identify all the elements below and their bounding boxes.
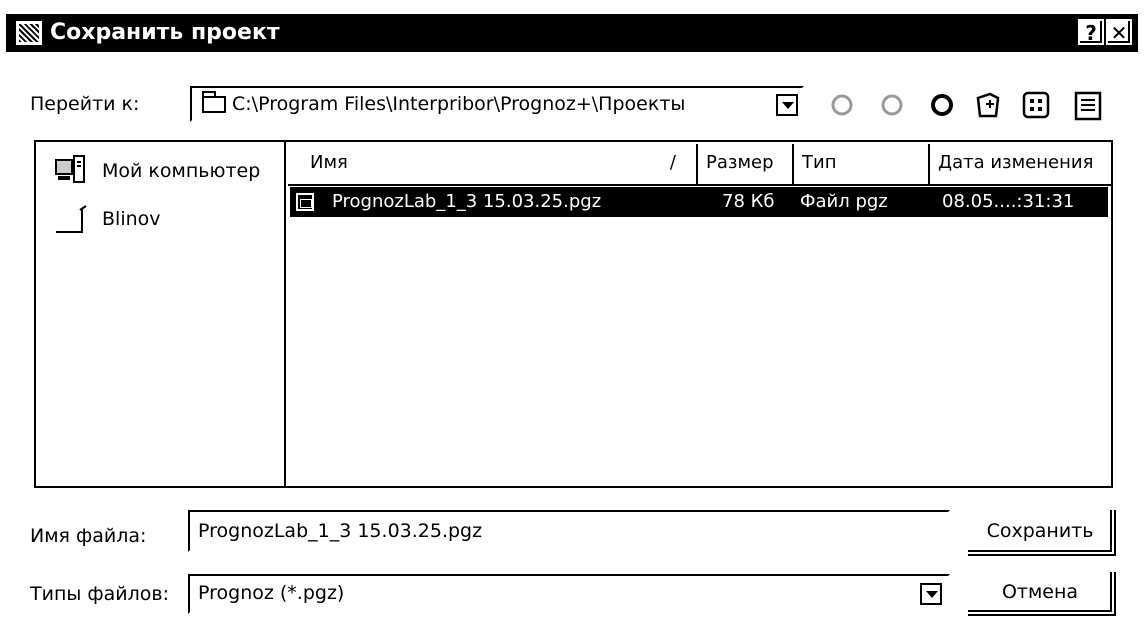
chevron-down-icon[interactable] — [776, 94, 798, 116]
column-header-date[interactable]: Дата изменения — [930, 144, 1111, 186]
column-header-size[interactable]: Размер — [698, 144, 794, 186]
new-folder-icon[interactable] — [972, 90, 1004, 122]
goto-label: Перейти к: — [30, 93, 140, 115]
place-my-computer[interactable]: Мой компьютер — [52, 154, 272, 198]
window-title: Сохранить проект — [50, 20, 280, 45]
filename-label: Имя файла: — [30, 525, 147, 547]
goto-path-value: C:\Program Files\Interpribor\Prognoz+\Пр… — [232, 93, 686, 115]
folder-icon — [52, 202, 90, 238]
computer-icon — [52, 154, 90, 190]
filename-input[interactable]: PrognozLab_1_3 15.03.25.pgz — [188, 510, 950, 552]
chevron-down-icon[interactable] — [920, 583, 942, 605]
cancel-button[interactable]: Отмена — [966, 570, 1114, 614]
column-header-type[interactable]: Тип — [794, 144, 930, 186]
app-icon — [16, 21, 42, 45]
table-row[interactable]: PrognozLab_1_3 15.03.25.pgz 78 Кб Файл p… — [290, 187, 1108, 217]
place-label: Blinov — [102, 208, 161, 230]
place-blinov[interactable]: Blinov — [52, 202, 272, 246]
folder-icon — [202, 91, 226, 113]
up-folder-icon[interactable] — [876, 90, 908, 122]
back-icon[interactable] — [826, 90, 858, 122]
details-view-icon[interactable] — [1072, 90, 1104, 122]
sort-indicator-icon: / — [669, 152, 676, 173]
file-date-cell: 08.05....:31:31 — [942, 191, 1075, 212]
file-name-cell: PrognozLab_1_3 15.03.25.pgz — [332, 191, 602, 212]
column-header-name[interactable]: Имя / — [288, 144, 698, 186]
title-bar: Сохранить проект ? ✕ — [6, 14, 1138, 52]
file-list[interactable]: Имя / Размер Тип Дата изменения PrognozL… — [284, 140, 1113, 488]
filetype-value: Prognoz (*.pgz) — [198, 582, 345, 604]
file-size-cell: 78 Кб — [722, 191, 775, 212]
places-bar: Мой компьютер Blinov — [34, 140, 284, 488]
filetype-select[interactable]: Prognoz (*.pgz) — [188, 574, 950, 614]
place-label: Мой компьютер — [102, 160, 261, 182]
goto-path-select[interactable]: C:\Program Files\Interpribor\Prognoz+\Пр… — [190, 86, 804, 122]
list-view-icon[interactable] — [1020, 90, 1052, 122]
favorites-icon[interactable] — [926, 90, 958, 122]
save-button[interactable]: Сохранить — [966, 508, 1114, 554]
file-icon — [296, 193, 314, 211]
close-button[interactable]: ✕ — [1106, 19, 1132, 45]
file-type-cell: Файл pgz — [800, 191, 888, 212]
filename-value: PrognozLab_1_3 15.03.25.pgz — [198, 520, 483, 542]
filetype-label: Типы файлов: — [30, 583, 170, 605]
help-button[interactable]: ? — [1078, 19, 1104, 45]
